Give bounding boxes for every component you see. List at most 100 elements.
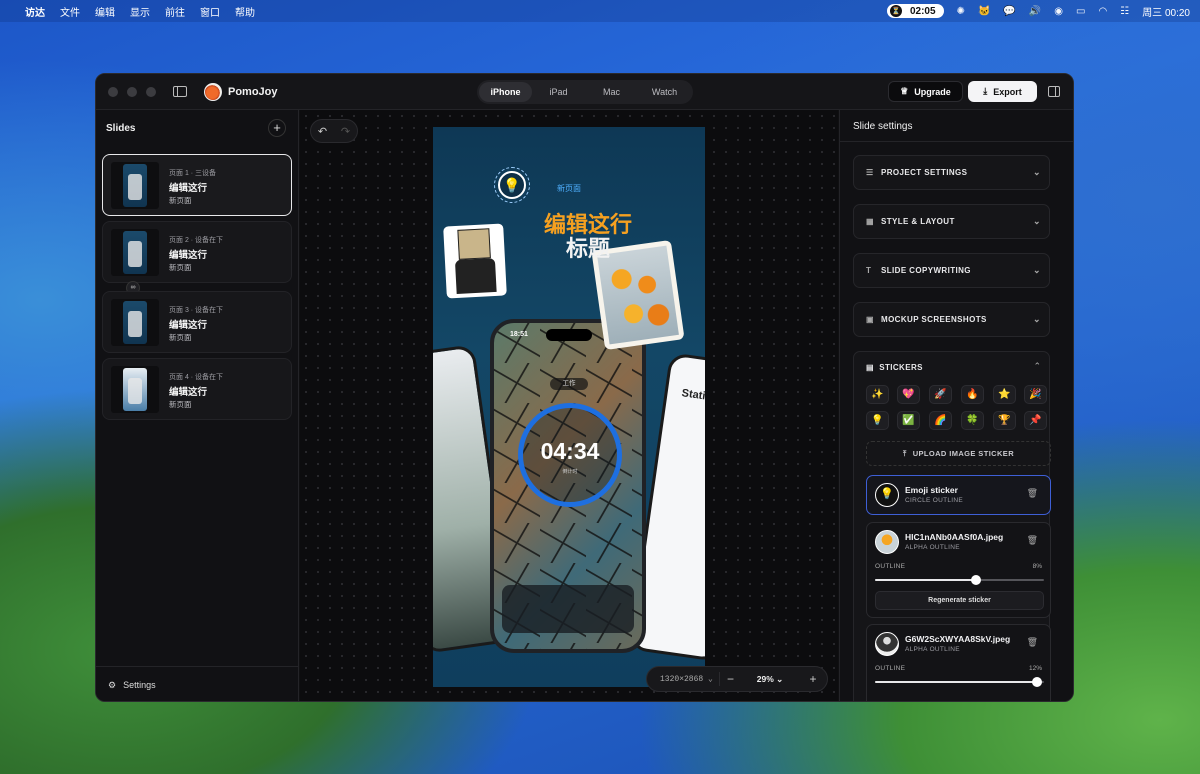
- section-slide-copywriting[interactable]: T SLIDE COPYWRITING ⌄: [853, 253, 1050, 288]
- sticker-type: CIRCLE OUTLINE: [905, 497, 964, 504]
- stickers-header[interactable]: ▤ STICKERS: [866, 363, 923, 372]
- zoom-window-button[interactable]: [146, 86, 156, 97]
- emoji-pin[interactable]: 📌: [1024, 411, 1047, 430]
- sticker-thumbnail: .: [875, 530, 899, 554]
- slide-item-4[interactable]: 页面 4 · 设备在下 编辑这行 新页面: [102, 358, 292, 420]
- openai-icon[interactable]: ✺: [957, 6, 965, 17]
- zoom-select[interactable]: 29% ⌄: [741, 674, 799, 685]
- resolution-select[interactable]: 1320×2868 ⌄: [647, 674, 719, 684]
- menu-edit[interactable]: 编辑: [95, 4, 115, 19]
- chevron-up-icon[interactable]: ⌃: [1033, 361, 1041, 372]
- divider: [840, 141, 1073, 142]
- editor-canvas[interactable]: ↶ ↷ Statistic 18:51 工作 04:34 倒计时 💡 新页面 编…: [300, 110, 838, 701]
- export-button[interactable]: ⤓ Export: [968, 81, 1037, 102]
- emoji-fire[interactable]: 🔥: [961, 385, 984, 404]
- device-tabs: iPhone iPad Mac Watch: [477, 80, 693, 104]
- tab-watch[interactable]: Watch: [638, 82, 691, 102]
- sticker-card-emoji[interactable]: 💡 Emoji sticker CIRCLE OUTLINE 🗑: [866, 475, 1051, 515]
- timer-ring: 04:34 倒计时: [518, 403, 622, 507]
- tab-iphone[interactable]: iPhone: [479, 82, 532, 102]
- headline-line-1: 编辑这行: [543, 212, 632, 237]
- zoom-out-button[interactable]: −: [719, 672, 741, 686]
- tab-ipad[interactable]: iPad: [532, 82, 585, 102]
- slide-item-3[interactable]: 页面 3 · 设备在下 编辑这行 新页面: [102, 291, 292, 353]
- undo-icon[interactable]: ↶: [318, 125, 327, 138]
- slide-subtitle: 页面 3 · 设备在下: [169, 307, 224, 314]
- sticker-card-image-2[interactable]: . G6W2ScXWYAA8SkV.jpeg ALPHA OUTLINE 🗑 O…: [866, 624, 1051, 701]
- slide-title: 编辑这行: [169, 183, 208, 194]
- section-label: PROJECT SETTINGS: [881, 168, 968, 177]
- outline-slider[interactable]: [875, 575, 1044, 585]
- slide-caption: 新页面: [169, 400, 192, 409]
- section-mockup-screenshots[interactable]: ▣ MOCKUP SCREENSHOTS ⌄: [853, 302, 1050, 337]
- upload-image-sticker-button[interactable]: ⤒ UPLOAD IMAGE STICKER: [866, 441, 1051, 466]
- menu-view[interactable]: 显示: [130, 4, 150, 19]
- control-center-icon[interactable]: ☷: [1120, 6, 1129, 17]
- lightbulb-icon: 💡: [875, 483, 899, 507]
- chevron-down-icon: ⌄: [1033, 167, 1041, 177]
- redo-icon[interactable]: ↷: [341, 125, 350, 138]
- slide-headline[interactable]: 编辑这行 标题: [493, 213, 683, 261]
- menu-finder[interactable]: 访达: [25, 4, 45, 19]
- slider-knob[interactable]: [971, 575, 982, 585]
- add-slide-button[interactable]: +: [268, 119, 286, 137]
- wechat-icon[interactable]: 💬: [1003, 6, 1015, 17]
- lightbulb-icon[interactable]: 💡: [494, 167, 530, 203]
- battery-icon[interactable]: ▭: [1076, 6, 1085, 17]
- slide-item-2[interactable]: 页面 2 · 设备在下 编辑这行 新页面: [102, 221, 292, 283]
- slide-item-1[interactable]: 页面 1 · 三设备 编辑这行 新页面: [102, 154, 292, 216]
- zoom-in-button[interactable]: +: [799, 672, 827, 686]
- timer-pill[interactable]: ⏳ 02:05: [886, 4, 944, 18]
- page-tag[interactable]: 新页面: [557, 183, 581, 194]
- emoji-clover[interactable]: 🍀: [961, 411, 984, 430]
- menu-window[interactable]: 窗口: [200, 4, 220, 19]
- slide-title: 编辑这行: [169, 320, 208, 331]
- section-style-layout[interactable]: ▦ STYLE & LAYOUT ⌄: [853, 204, 1050, 239]
- layout-icon: ▦: [866, 217, 874, 226]
- chevron-down-icon: ⌄: [776, 673, 784, 684]
- upload-icon: ⤒: [902, 448, 907, 458]
- menu-help[interactable]: 帮助: [235, 4, 255, 19]
- trash-icon[interactable]: 🗑: [1027, 488, 1038, 499]
- emoji-star[interactable]: ⭐: [993, 385, 1016, 404]
- cat-icon[interactable]: 🐱: [978, 6, 990, 17]
- zoom-bar: 1320×2868 ⌄ − 29% ⌄ +: [646, 666, 828, 692]
- trash-icon[interactable]: 🗑: [1027, 535, 1038, 546]
- menu-clock[interactable]: 周三 00:20: [1142, 4, 1190, 19]
- slide-title: 编辑这行: [169, 387, 208, 398]
- sidebar-toggle-icon[interactable]: [173, 86, 187, 97]
- emoji-party[interactable]: 🎉: [1024, 385, 1047, 404]
- image-icon: ▣: [866, 315, 874, 324]
- emoji-sparkles[interactable]: ✨: [866, 385, 889, 404]
- emoji-rocket[interactable]: 🚀: [929, 385, 952, 404]
- menu-file[interactable]: 文件: [60, 4, 80, 19]
- slide-thumbnail: [111, 229, 159, 276]
- outline-slider[interactable]: [875, 677, 1044, 687]
- minimize-window-button[interactable]: [127, 86, 137, 97]
- zoom-value: 29%: [756, 673, 774, 684]
- emoji-bulb[interactable]: 💡: [866, 411, 889, 430]
- center-phone-mockup[interactable]: 18:51 工作 04:34 倒计时: [490, 319, 646, 653]
- sticker-card-image-1[interactable]: . HIC1nANb0AASf0A.jpeg ALPHA OUTLINE 🗑 O…: [866, 522, 1051, 618]
- undo-redo-group: ↶ ↷: [310, 119, 358, 143]
- settings-button[interactable]: ⚙ Settings: [96, 666, 299, 701]
- slide-artboard[interactable]: Statistic 18:51 工作 04:34 倒计时 💡 新页面 编辑这行 …: [433, 127, 705, 687]
- section-project-settings[interactable]: ☰ PROJECT SETTINGS ⌄: [853, 155, 1050, 190]
- gear-icon: ⚙: [108, 679, 117, 690]
- slide-subtitle: 页面 1 · 三设备: [169, 170, 217, 177]
- trash-icon[interactable]: 🗑: [1027, 637, 1038, 648]
- close-window-button[interactable]: [108, 86, 118, 97]
- regenerate-sticker-button[interactable]: Regenerate sticker: [875, 591, 1044, 610]
- slider-knob[interactable]: [1032, 677, 1043, 687]
- upgrade-button[interactable]: ♕ Upgrade: [888, 81, 963, 102]
- vpn-icon[interactable]: ◉: [1054, 6, 1063, 17]
- tab-mac[interactable]: Mac: [585, 82, 638, 102]
- wifi-icon[interactable]: ◠: [1098, 6, 1107, 17]
- volume-icon[interactable]: 🔊: [1029, 6, 1041, 17]
- emoji-check[interactable]: ✅: [897, 411, 920, 430]
- panel-toggle-icon[interactable]: [1048, 86, 1060, 97]
- emoji-rainbow[interactable]: 🌈: [929, 411, 952, 430]
- emoji-trophy[interactable]: 🏆: [993, 411, 1016, 430]
- menu-go[interactable]: 前往: [165, 4, 185, 19]
- emoji-heart[interactable]: 💖: [897, 385, 920, 404]
